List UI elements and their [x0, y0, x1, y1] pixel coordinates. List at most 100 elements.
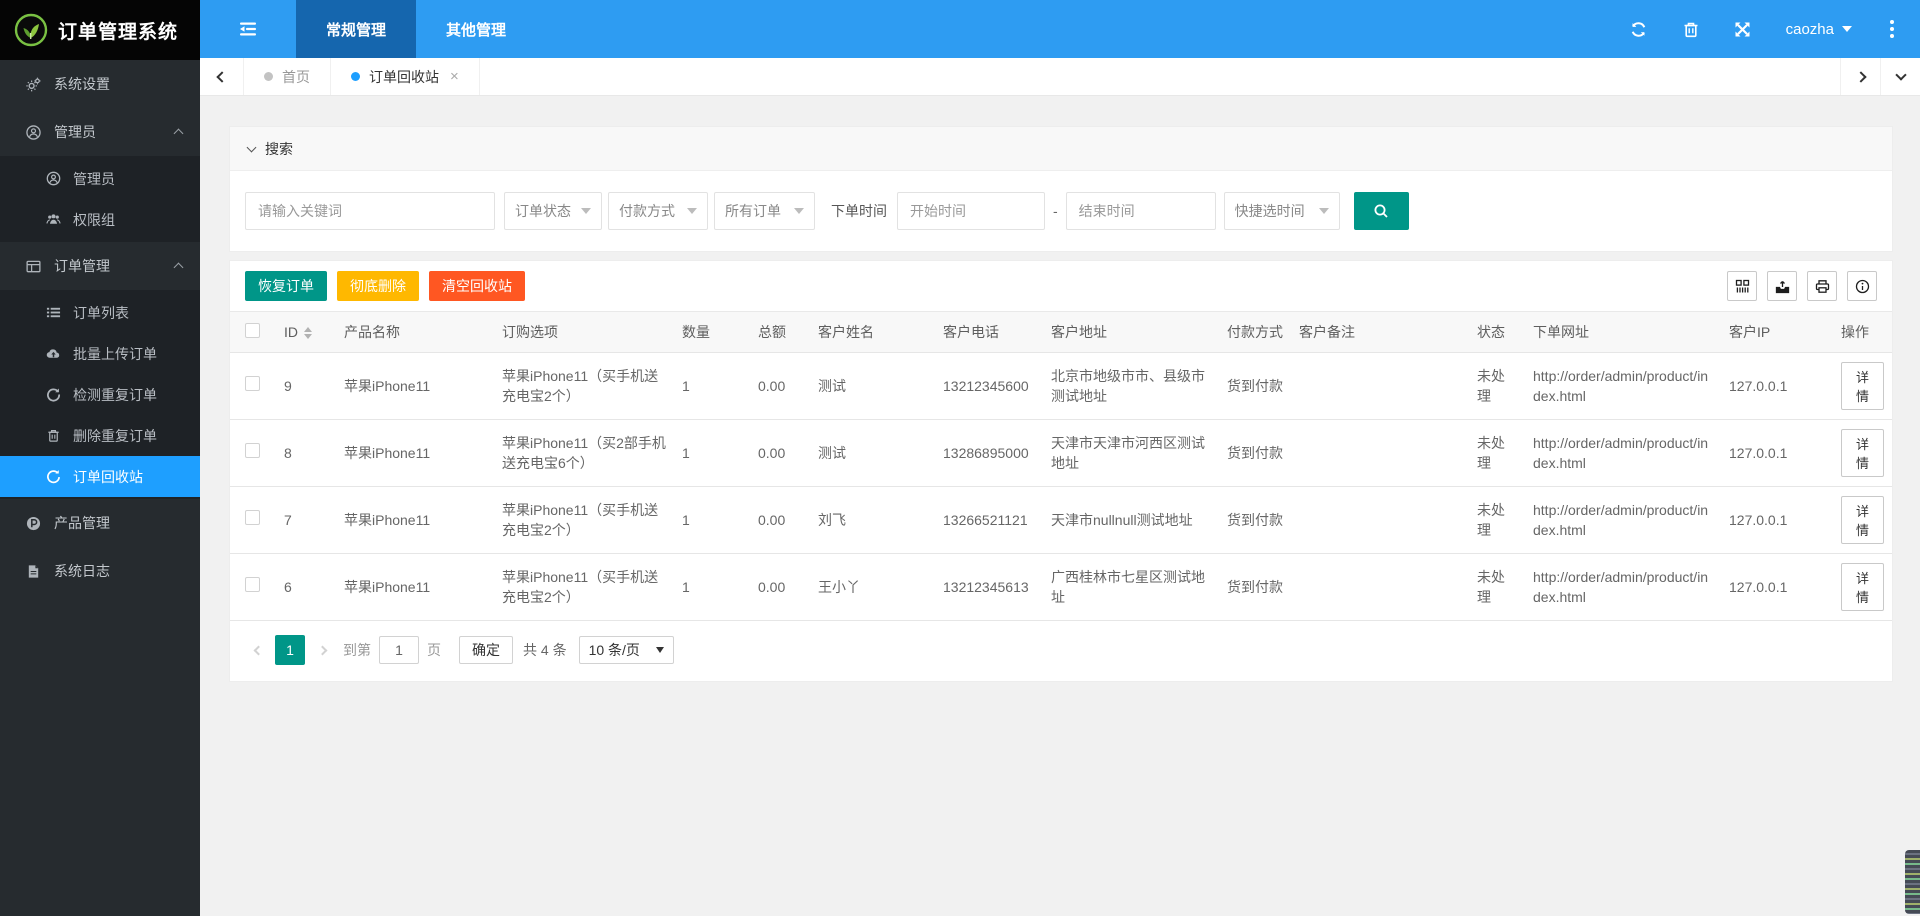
table-toolbar: 恢复订单 彻底删除 清空回收站 [230, 261, 1892, 311]
trash-icon[interactable] [1682, 20, 1700, 38]
order-scope-select[interactable]: 所有订单 [714, 192, 815, 230]
header-tab-other[interactable]: 其他管理 [416, 0, 536, 58]
restore-order-button[interactable]: 恢复订单 [245, 271, 327, 301]
sidebar-item-system-log[interactable]: 系统日志 [0, 547, 200, 595]
payment-method-select[interactable]: 付款方式 [608, 192, 708, 230]
user-icon [26, 125, 41, 140]
row-checkbox[interactable] [245, 510, 260, 525]
tab-home[interactable]: 首页 [244, 58, 331, 95]
sidebar-item-batch-upload[interactable]: 批量上传订单 [0, 333, 200, 374]
print-button[interactable] [1807, 271, 1837, 301]
tabs-scroll-right-button[interactable] [1840, 58, 1880, 95]
sidebar-item-admin-group[interactable]: 管理员 [0, 108, 200, 156]
tabs-scroll-left-button[interactable] [200, 58, 244, 95]
cell-status: 未处理 [1469, 353, 1525, 420]
hard-delete-button[interactable]: 彻底删除 [337, 271, 419, 301]
sidebar-item-permission-group[interactable]: 权限组 [0, 199, 200, 240]
sidebar-item-label: 检测重复订单 [73, 385, 157, 405]
header-tab-general[interactable]: 常规管理 [296, 0, 416, 58]
fullscreen-icon[interactable] [1734, 20, 1752, 38]
sidebar-item-order-list[interactable]: 订单列表 [0, 292, 200, 333]
refresh-icon[interactable] [1630, 20, 1648, 38]
search-panel-header[interactable]: 搜索 [230, 127, 1892, 171]
sort-icon[interactable] [304, 327, 312, 339]
p-circle-icon [26, 516, 41, 531]
sidebar-item-settings[interactable]: 系统设置 [0, 60, 200, 108]
detail-button[interactable]: 详情 [1841, 362, 1884, 410]
order-status-select[interactable]: 订单状态 [504, 192, 602, 230]
header-actions: caozha [1630, 0, 1920, 58]
page-size-select[interactable]: 10 条/页 [579, 636, 674, 664]
goto-label: 到第 [343, 640, 371, 660]
cell-status: 未处理 [1469, 554, 1525, 621]
sidebar-item-recycle-bin[interactable]: 订单回收站 [0, 456, 200, 497]
sidebar-item-products[interactable]: 产品管理 [0, 499, 200, 547]
detail-button[interactable]: 详情 [1841, 563, 1884, 611]
col-customer: 客户姓名 [810, 312, 935, 353]
more-options-icon[interactable] [1886, 20, 1898, 38]
dropdown-arrow-icon [1319, 208, 1329, 214]
sidebar-submenu-orders: 订单列表 批量上传订单 检测重复订单 删除重复订单 订单回收站 [0, 290, 200, 499]
cell-product: 苹果iPhone11 [336, 487, 494, 554]
page-number-input[interactable] [379, 636, 419, 664]
table-row: 8 苹果iPhone11 苹果iPhone11（买2部手机送充电宝6个） 1 0… [230, 420, 1892, 487]
cell-phone: 13212345600 [935, 353, 1043, 420]
user-menu[interactable]: caozha [1786, 21, 1852, 38]
export-icon [1775, 279, 1790, 294]
cell-payment: 货到付款 [1219, 353, 1291, 420]
select-value: 快捷选时间 [1235, 201, 1305, 221]
prev-page-button[interactable] [245, 635, 271, 665]
cell-options: 苹果iPhone11（买手机送充电宝2个） [494, 554, 674, 621]
cell-id: 9 [276, 353, 336, 420]
menu-collapse-icon[interactable] [200, 0, 296, 58]
app-title: 订单管理系统 [58, 17, 178, 44]
tab-label: 首页 [282, 67, 310, 87]
info-button[interactable] [1847, 271, 1877, 301]
col-status: 状态 [1469, 312, 1525, 353]
search-icon [1373, 203, 1389, 219]
sidebar-item-detect-duplicates[interactable]: 检测重复订单 [0, 374, 200, 415]
export-button[interactable] [1767, 271, 1797, 301]
search-panel-title: 搜索 [265, 139, 293, 159]
cell-options: 苹果iPhone11（买手机送充电宝2个） [494, 353, 674, 420]
cell-remark [1291, 420, 1469, 487]
sidebar-item-label: 系统日志 [54, 561, 110, 581]
sidebar-item-label: 系统设置 [54, 74, 110, 94]
cell-address: 天津市天津市河西区测试地址 [1043, 420, 1219, 487]
sidebar-item-order-group[interactable]: 订单管理 [0, 242, 200, 290]
sidebar-item-label: 订单管理 [54, 256, 110, 276]
sidebar: 订单管理系统 系统设置 管理员 管理员 权限组 订单管理 [0, 0, 200, 916]
sidebar-item-delete-duplicates[interactable]: 删除重复订单 [0, 415, 200, 456]
start-time-input[interactable] [897, 192, 1045, 230]
chevron-up-icon [174, 129, 184, 139]
detail-button[interactable]: 详情 [1841, 496, 1884, 544]
next-page-button[interactable] [309, 635, 335, 665]
quick-time-select[interactable]: 快捷选时间 [1224, 192, 1340, 230]
tab-recycle-bin[interactable]: 订单回收站 × [331, 58, 480, 95]
users-group-icon [46, 212, 61, 227]
sidebar-item-label: 管理员 [73, 169, 115, 189]
col-id[interactable]: ID [276, 312, 336, 353]
print-icon [1815, 279, 1830, 294]
col-url: 下单网址 [1525, 312, 1721, 353]
sidebar-item-admin[interactable]: 管理员 [0, 158, 200, 199]
columns-filter-button[interactable] [1727, 271, 1757, 301]
cell-total: 0.00 [750, 554, 810, 621]
sidebar-item-label: 删除重复订单 [73, 426, 157, 446]
row-checkbox[interactable] [245, 376, 260, 391]
cell-remark [1291, 353, 1469, 420]
select-all-checkbox[interactable] [245, 323, 260, 338]
overlay-widget[interactable] [1905, 850, 1920, 914]
end-time-input[interactable] [1066, 192, 1216, 230]
detail-button[interactable]: 详情 [1841, 429, 1884, 477]
tabs-menu-button[interactable] [1880, 58, 1920, 95]
keyword-input[interactable] [245, 192, 495, 230]
sidebar-item-label: 管理员 [54, 122, 96, 142]
confirm-page-button[interactable]: 确定 [459, 636, 513, 664]
search-button[interactable] [1354, 192, 1409, 230]
row-checkbox[interactable] [245, 443, 260, 458]
row-checkbox[interactable] [245, 577, 260, 592]
close-icon[interactable]: × [450, 68, 459, 85]
empty-recycle-bin-button[interactable]: 清空回收站 [429, 271, 525, 301]
current-page[interactable]: 1 [275, 635, 305, 665]
